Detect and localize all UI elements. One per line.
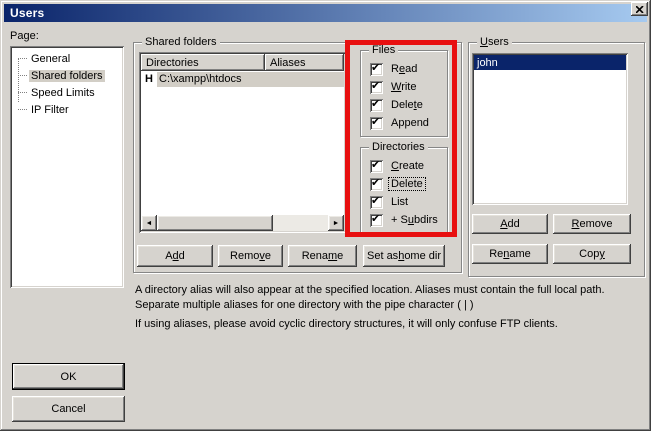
page-label: Page: [10, 30, 39, 42]
set-as-home-dir-button[interactable]: Set as home dir [363, 245, 445, 267]
folder-rename-button[interactable]: Rename [288, 245, 357, 267]
page-listbox[interactable]: General Shared folders Speed Limits IP F… [10, 46, 124, 288]
scrollbar-track[interactable] [273, 215, 328, 231]
delete-checkbox[interactable]: ✔ [370, 99, 383, 112]
scrollbar-thumb[interactable] [157, 215, 273, 231]
page-item-general[interactable]: General [12, 50, 122, 67]
check-icon: ✔ [371, 61, 380, 75]
users-dialog: Users Page: General Shared folders Speed… [0, 0, 651, 431]
check-icon: ✔ [371, 176, 380, 190]
check-icon: ✔ [371, 212, 380, 226]
check-icon: ✔ [371, 97, 380, 111]
directories-group-label: Directories [369, 141, 428, 153]
window-title: Users [10, 6, 44, 20]
cyclic-note-text: If using aliases, please avoid cyclic di… [135, 317, 647, 332]
folder-add-button[interactable]: Add [137, 245, 213, 267]
folder-remove-button[interactable]: Remove [218, 245, 283, 267]
user-copy-button[interactable]: Copy [553, 244, 631, 264]
horizontal-scrollbar[interactable]: ◄ ► [141, 215, 344, 231]
alias-note-text: A directory alias will also appear at th… [135, 283, 647, 313]
scroll-left-button[interactable]: ◄ [141, 215, 157, 231]
close-button[interactable] [631, 2, 648, 16]
cancel-button[interactable]: Cancel [12, 396, 125, 422]
alias-notes: A directory alias will also appear at th… [135, 283, 647, 332]
check-icon: ✔ [371, 79, 380, 93]
scroll-right-icon: ► [333, 220, 340, 227]
check-icon: ✔ [371, 194, 380, 208]
files-group: Files ✔ Read ✔ Write ✔ Delete ✔ Append [360, 50, 448, 137]
check-icon: ✔ [371, 115, 380, 129]
titlebar[interactable]: Users [4, 4, 647, 22]
home-flag: H [141, 73, 157, 85]
directory-path: C:\xampp\htdocs [157, 72, 344, 87]
users-group-label: Users [477, 36, 512, 48]
ok-button[interactable]: OK [12, 363, 125, 390]
checkbox-dirs-delete[interactable]: ✔ Delete [370, 177, 425, 191]
files-group-label: Files [369, 44, 398, 56]
users-listbox[interactable]: john [472, 53, 628, 205]
page-item-ip-filter[interactable]: IP Filter [12, 101, 122, 118]
user-rename-button[interactable]: Rename [472, 244, 548, 264]
check-icon: ✔ [371, 158, 380, 172]
user-item-john[interactable]: john [474, 55, 626, 70]
write-checkbox[interactable]: ✔ [370, 81, 383, 94]
checkbox-files-append[interactable]: ✔ Append [370, 116, 431, 130]
column-header-directories[interactable]: Directories [141, 54, 265, 71]
append-checkbox[interactable]: ✔ [370, 117, 383, 130]
checkbox-dirs-subdirs[interactable]: ✔ + Subdirs [370, 213, 440, 227]
read-checkbox[interactable]: ✔ [370, 63, 383, 76]
directories-permissions-group: Directories ✔ Create ✔ Delete ✔ List ✔ +… [360, 147, 448, 233]
column-header-aliases[interactable]: Aliases [265, 54, 344, 71]
close-icon [636, 6, 644, 13]
page-item-shared-folders[interactable]: Shared folders [12, 67, 122, 84]
user-remove-button[interactable]: Remove [553, 214, 631, 234]
subdirs-checkbox[interactable]: ✔ [370, 214, 383, 227]
user-add-button[interactable]: Add [472, 214, 548, 234]
list-checkbox[interactable]: ✔ [370, 196, 383, 209]
scroll-left-icon: ◄ [146, 220, 153, 227]
directory-row[interactable]: H C:\xampp\htdocs [141, 71, 344, 87]
checkbox-files-write[interactable]: ✔ Write [370, 80, 418, 94]
checkbox-files-read[interactable]: ✔ Read [370, 62, 419, 76]
create-checkbox[interactable]: ✔ [370, 160, 383, 173]
checkbox-dirs-list[interactable]: ✔ List [370, 195, 410, 209]
checkbox-files-delete[interactable]: ✔ Delete [370, 98, 425, 112]
directories-listview[interactable]: Directories Aliases H C:\xampp\htdocs ◄ … [139, 52, 346, 233]
shared-folders-group-label: Shared folders [142, 36, 220, 48]
scroll-right-button[interactable]: ► [328, 215, 344, 231]
checkbox-dirs-create[interactable]: ✔ Create [370, 159, 426, 173]
dir-delete-checkbox[interactable]: ✔ [370, 178, 383, 191]
page-item-speed-limits[interactable]: Speed Limits [12, 84, 122, 101]
